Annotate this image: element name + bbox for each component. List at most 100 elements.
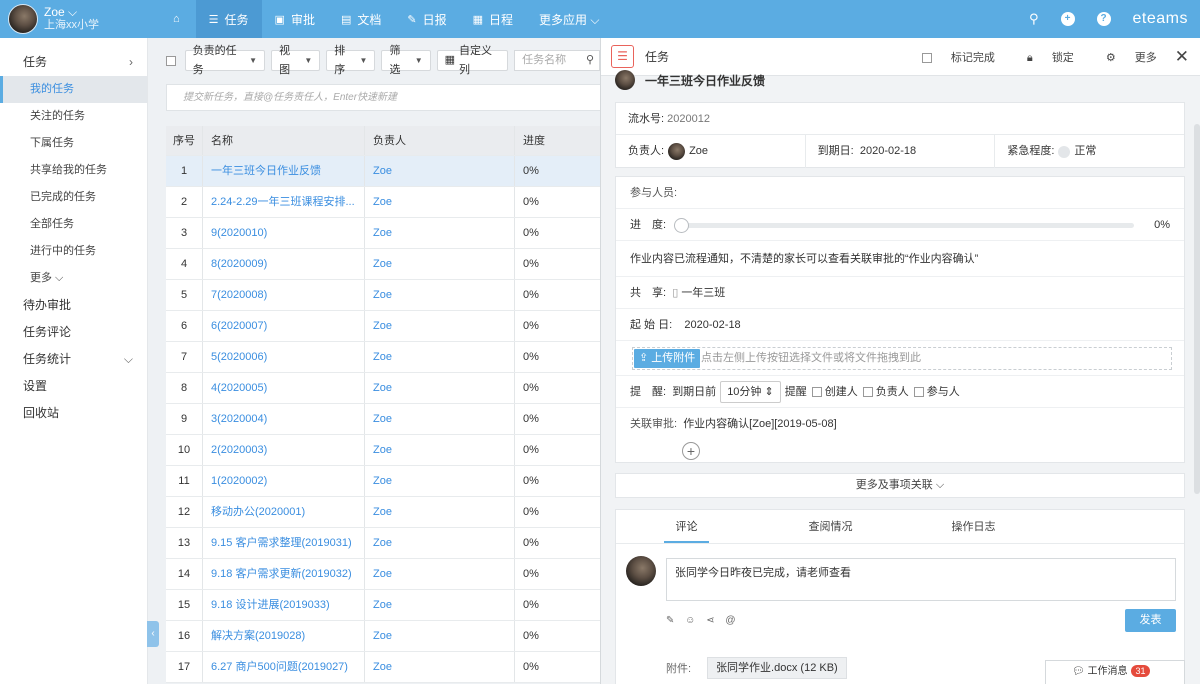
owner-link[interactable]: Zoe <box>365 528 515 558</box>
sidebar-item-6[interactable]: 全部任务 <box>0 211 147 238</box>
sidebar-item-5[interactable]: 已完成的任务 <box>0 184 147 211</box>
task-name-link[interactable]: 9.18 客户需求更新(2019032) <box>203 559 365 589</box>
owner-link[interactable]: Zoe <box>365 373 515 403</box>
custom-columns-button[interactable]: ▦ 自定义列 <box>436 45 509 76</box>
owner-link[interactable]: Zoe <box>365 435 515 465</box>
task-name-link[interactable]: 解决方案(2019028) <box>203 621 365 651</box>
collapse-sidebar-button[interactable]: ‹ <box>147 621 159 647</box>
mark-done-button[interactable]: 标记完成 <box>921 49 995 65</box>
table-row[interactable]: 4 8(2020009) Zoe 0% <box>166 249 606 280</box>
column-header[interactable]: 序号 <box>166 126 203 155</box>
owner-link[interactable]: Zoe <box>365 156 515 186</box>
sidebar-item-13[interactable]: 回收站 <box>0 400 147 427</box>
table-row[interactable]: 17 6.27 商户500问题(2019027) Zoe 0% <box>166 652 606 683</box>
task-name-link[interactable]: 5(2020006) <box>203 342 365 372</box>
start-date-field[interactable]: 起 始 日: 2020-02-18 <box>616 309 1184 341</box>
table-row[interactable]: 6 6(2020007) Zoe 0% <box>166 311 606 342</box>
sort-dropdown[interactable]: 排序 ▼ <box>326 45 376 76</box>
owner-link[interactable]: Zoe <box>365 404 515 434</box>
home-button[interactable]: ⌂ <box>163 0 196 38</box>
owner-field[interactable]: 负责人: Zoe <box>616 135 806 168</box>
owner-link[interactable]: Zoe <box>365 311 515 341</box>
table-row[interactable]: 5 7(2020008) Zoe 0% <box>166 280 606 311</box>
more-links-button[interactable]: 更多及事项关联 ⌵ <box>615 473 1185 498</box>
search-icon[interactable]: ⚲ <box>586 51 594 70</box>
table-row[interactable]: 12 移动办公(2020001) Zoe 0% <box>166 497 606 528</box>
remind-participant-checkbox[interactable] <box>913 387 924 398</box>
share-field[interactable]: 共 享: ▯ 一年三班 <box>616 277 1184 309</box>
sidebar-item-0[interactable]: 任务 › <box>0 49 147 76</box>
progress-track[interactable] <box>682 223 1134 228</box>
view-dropdown[interactable]: 视图 ▼ <box>271 45 321 76</box>
task-search-input[interactable]: 任务名称 ⚲ <box>514 50 600 71</box>
help-icon[interactable]: ? <box>1096 12 1111 26</box>
related-approval-link[interactable]: 作业内容确认[Zoe][2019-05-08] <box>683 418 836 430</box>
nav-item-4[interactable]: ✎ 日报 <box>394 0 459 38</box>
task-name-link[interactable]: 9(2020010) <box>203 218 365 248</box>
comment-input[interactable]: 张同学今日昨夜已完成，请老师查看 <box>666 558 1176 601</box>
nav-item-3[interactable]: ▤ 文档 <box>328 0 394 38</box>
task-name-link[interactable]: 4(2020005) <box>203 373 365 403</box>
more-button[interactable]: ⚙ 更多 <box>1090 49 1157 65</box>
sidebar-item-3[interactable]: 下属任务 <box>0 130 147 157</box>
tab-1[interactable]: 查阅情况 <box>759 510 902 543</box>
select-all-checkbox[interactable] <box>166 55 176 66</box>
sidebar-item-7[interactable]: 进行中的任务 <box>0 238 147 265</box>
table-row[interactable]: 7 5(2020006) Zoe 0% <box>166 342 606 373</box>
nav-item-6[interactable]: 更多应用 ⌵ <box>526 0 612 38</box>
sidebar-item-1[interactable]: 我的任务 <box>0 76 147 103</box>
send-button[interactable]: 发表 <box>1125 609 1176 632</box>
owner-link[interactable]: Zoe <box>365 466 515 496</box>
nav-item-2[interactable]: ▣ 审批 <box>262 0 328 38</box>
table-row[interactable]: 10 2(2020003) Zoe 0% <box>166 435 606 466</box>
task-name-link[interactable]: 6(2020007) <box>203 311 365 341</box>
owner-link[interactable]: Zoe <box>365 590 515 620</box>
table-row[interactable]: 13 9.15 客户需求整理(2019031) Zoe 0% <box>166 528 606 559</box>
owner-link[interactable]: Zoe <box>365 652 515 682</box>
owner-link[interactable]: Zoe <box>365 218 515 248</box>
attachment-icon[interactable]: ✎ <box>666 615 678 626</box>
task-name-link[interactable]: 2.24-2.29一年三班课程安排... <box>203 187 365 217</box>
reminder-minutes-select[interactable]: 10分钟 ⇕ <box>720 381 781 403</box>
table-row[interactable]: 2 2.24-2.29一年三班课程安排... Zoe 0% <box>166 187 606 218</box>
table-row[interactable]: 16 解决方案(2019028) Zoe 0% <box>166 621 606 652</box>
sidebar-item-4[interactable]: 共享给我的任务 <box>0 157 147 184</box>
sidebar-item-9[interactable]: 待办审批 <box>0 292 147 319</box>
remind-creator-checkbox[interactable] <box>811 387 822 398</box>
work-messages-button[interactable]: 💬︎ 工作消息 31 <box>1045 660 1185 684</box>
owner-link[interactable]: Zoe <box>365 497 515 527</box>
table-row[interactable]: 9 3(2020004) Zoe 0% <box>166 404 606 435</box>
tab-0[interactable]: 评论 <box>664 510 709 543</box>
owner-link[interactable]: Zoe <box>365 621 515 651</box>
due-date-field[interactable]: 到期日: 2020-02-18 <box>806 135 996 168</box>
table-row[interactable]: 15 9.18 设计进展(2019033) Zoe 0% <box>166 590 606 621</box>
task-name-link[interactable]: 9.18 设计进展(2019033) <box>203 590 365 620</box>
task-name-link[interactable]: 2(2020003) <box>203 435 365 465</box>
user-menu[interactable]: Zoe ⌵ 上海xx小学 <box>8 4 99 34</box>
task-name-link[interactable]: 6.27 商户500问题(2019027) <box>203 652 365 682</box>
tab-2[interactable]: 操作日志 <box>902 510 1045 543</box>
owner-link[interactable]: Zoe <box>365 249 515 279</box>
task-description[interactable]: 作业内容已流程通知，不清楚的家长可以查看关联审批的“作业内容确认” <box>616 241 1184 277</box>
close-icon[interactable]: ✕ <box>1175 47 1189 67</box>
table-row[interactable]: 3 9(2020010) Zoe 0% <box>166 218 606 249</box>
owner-link[interactable]: Zoe <box>365 187 515 217</box>
search-icon[interactable]: ⚲ <box>1029 11 1039 27</box>
sidebar-item-10[interactable]: 任务评论 <box>0 319 147 346</box>
nav-item-5[interactable]: ▦ 日程 <box>460 0 526 38</box>
table-row[interactable]: 14 9.18 客户需求更新(2019032) Zoe 0% <box>166 559 606 590</box>
column-header[interactable]: 名称 <box>203 126 365 155</box>
table-row[interactable]: 1 一年三班今日作业反馈 Zoe 0% <box>166 156 606 187</box>
task-name-link[interactable]: 移动办公(2020001) <box>203 497 365 527</box>
column-header[interactable]: 进度 <box>515 126 606 155</box>
task-name-link[interactable]: 8(2020009) <box>203 249 365 279</box>
new-task-input[interactable]: 提交新任务，直接@任务责任人，Enter快速新建 <box>166 84 606 111</box>
sidebar-item-8[interactable]: 更多 ⌵ <box>0 265 147 292</box>
mention-icon[interactable]: @ <box>725 615 739 626</box>
attachment-file[interactable]: 张同学作业.docx (12 KB) <box>707 657 847 679</box>
add-related-icon[interactable]: + <box>682 442 700 460</box>
scrollbar[interactable] <box>1194 124 1200 494</box>
column-header[interactable]: 负责人 <box>365 126 515 155</box>
task-name-link[interactable]: 3(2020004) <box>203 404 365 434</box>
sidebar-item-12[interactable]: 设置 <box>0 373 147 400</box>
